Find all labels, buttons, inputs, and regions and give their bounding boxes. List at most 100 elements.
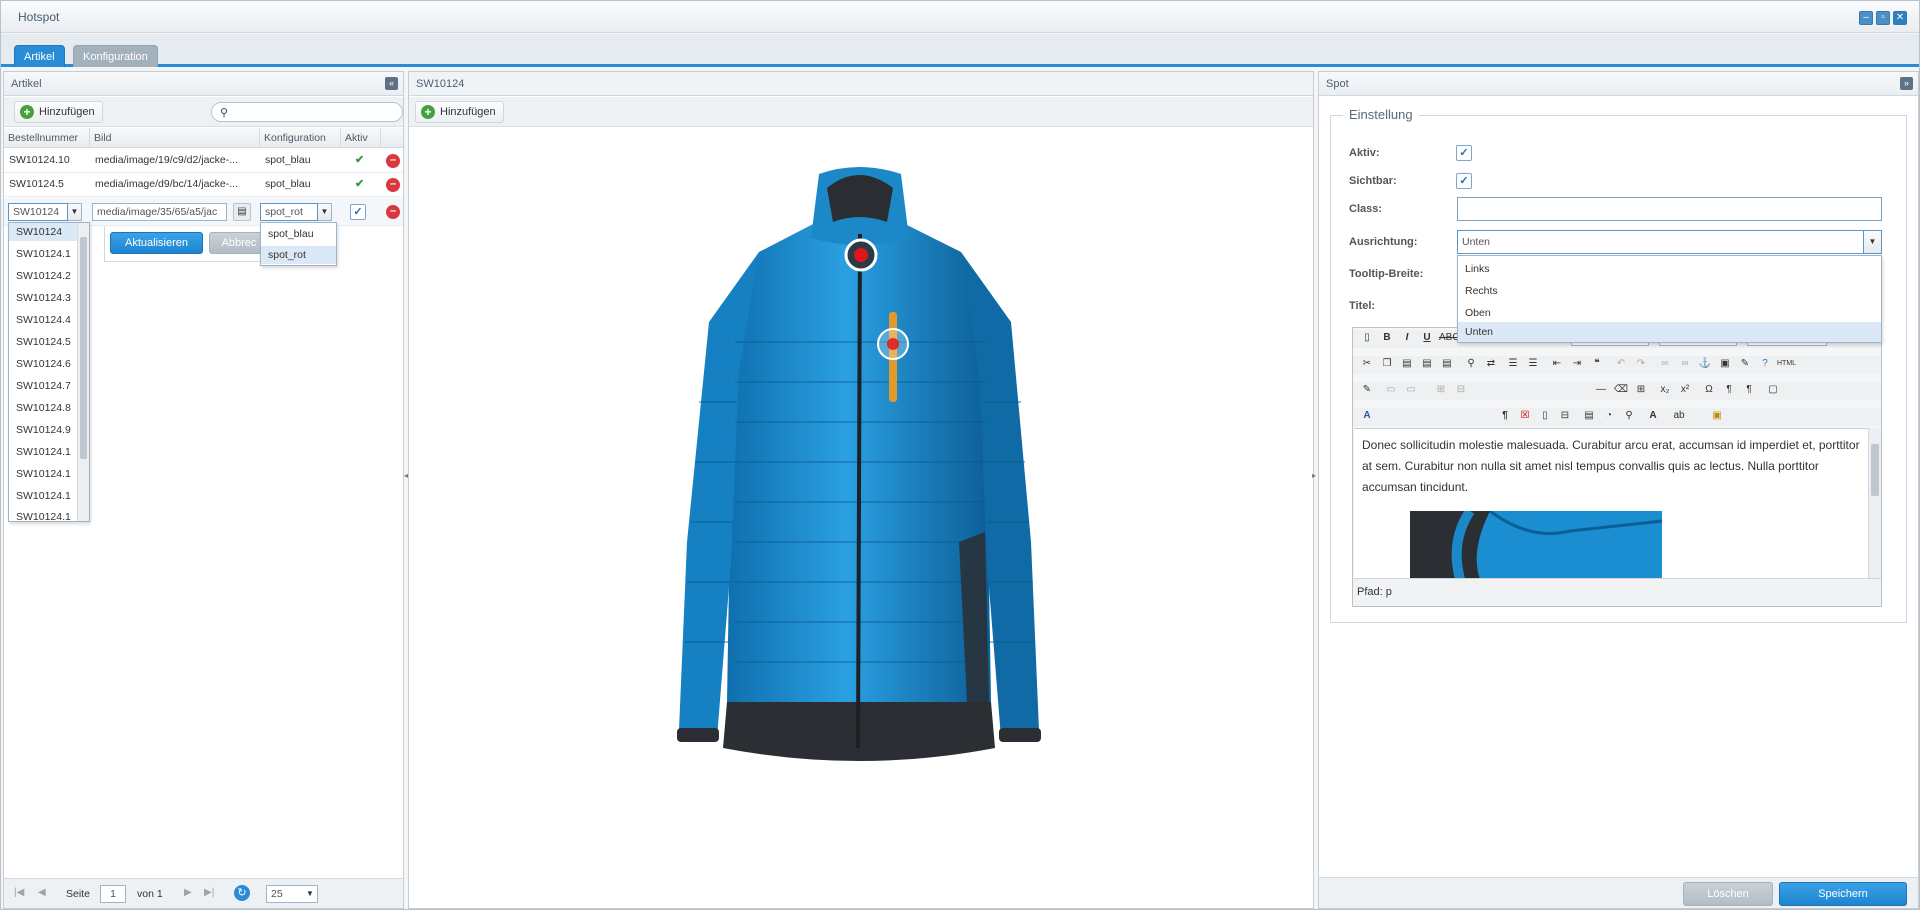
add-spot-button[interactable]: + Hinzufügen <box>415 101 504 123</box>
cut-icon[interactable]: ✂ <box>1359 356 1375 372</box>
horizontal-rule-icon[interactable]: — <box>1593 382 1609 398</box>
chevron-down-icon[interactable]: ▼ <box>68 203 82 221</box>
delete-button[interactable]: Löschen <box>1683 882 1773 906</box>
cleanup-icon[interactable]: ✎ <box>1737 356 1753 372</box>
col-bild[interactable]: Bild <box>90 128 260 148</box>
delete-row-icon[interactable]: – <box>386 205 400 219</box>
konf-option[interactable]: spot_rot <box>261 246 336 264</box>
col-konfiguration[interactable]: Konfiguration <box>260 128 341 148</box>
chevron-down-icon[interactable]: ▼ <box>318 203 332 221</box>
styles-icon[interactable]: A <box>1359 408 1375 424</box>
fullscreen-icon[interactable]: ▢ <box>1765 382 1781 398</box>
text-color-icon[interactable]: A <box>1645 408 1661 424</box>
link-icon[interactable]: ∞ <box>1657 356 1673 372</box>
paragraph-icon[interactable]: ¶ <box>1497 408 1513 424</box>
paste-word-icon[interactable]: ▤ <box>1439 356 1455 372</box>
underline-icon[interactable]: U <box>1419 330 1435 346</box>
next-page-icon[interactable]: ▶ <box>184 887 192 898</box>
bullet-list-icon[interactable]: ☰ <box>1505 356 1521 372</box>
table-row[interactable]: SW10124.10 media/image/19/c9/d2/jacke-..… <box>4 149 403 173</box>
editor-nr-input[interactable]: SW10124 <box>8 203 68 221</box>
datetime-icon[interactable]: ◔ <box>1601 408 1617 424</box>
table-insert-icon[interactable]: ⊞ <box>1433 382 1449 398</box>
superscript-icon[interactable]: x² <box>1677 382 1693 398</box>
media-icon[interactable]: ▣ <box>1709 408 1725 424</box>
highlight-icon[interactable]: ab <box>1671 408 1687 424</box>
bold-icon[interactable]: B <box>1379 330 1395 346</box>
col-aktiv[interactable]: Aktiv <box>341 128 381 148</box>
sichtbar-checkbox[interactable]: ✓ <box>1456 173 1472 189</box>
new-document-icon[interactable]: ▯ <box>1359 330 1375 346</box>
undo-icon[interactable]: ↶ <box>1613 356 1629 372</box>
aktiv-checkbox[interactable]: ✓ <box>1456 145 1472 161</box>
insert-layer-icon[interactable]: ▯ <box>1537 408 1553 424</box>
page-input[interactable]: 1 <box>100 885 126 903</box>
first-page-icon[interactable]: |◀ <box>14 887 24 898</box>
tab-artikel[interactable]: Artikel <box>14 45 65 67</box>
table-cell-icon[interactable]: ▭ <box>1403 382 1419 398</box>
ausrichtung-option[interactable]: Rechts <box>1458 280 1881 302</box>
ltr-icon[interactable]: ¶ <box>1721 382 1737 398</box>
page-break-icon[interactable]: ⊟ <box>1557 408 1573 424</box>
save-button[interactable]: Speichern <box>1779 882 1907 906</box>
italic-icon[interactable]: I <box>1399 330 1415 346</box>
template-icon[interactable]: ▤ <box>1581 408 1597 424</box>
outdent-icon[interactable]: ⇤ <box>1549 356 1565 372</box>
rte-scrollbar[interactable] <box>1868 428 1881 578</box>
hotspot-marker-2[interactable] <box>877 328 909 360</box>
copy-icon[interactable]: ❐ <box>1379 356 1395 372</box>
table-row-icon[interactable]: ▭ <box>1383 382 1399 398</box>
indent-icon[interactable]: ⇥ <box>1569 356 1585 372</box>
add-artikel-button[interactable]: + Hinzufügen <box>14 101 103 123</box>
image-icon[interactable]: ▣ <box>1717 356 1733 372</box>
prev-page-icon[interactable]: ◀ <box>38 887 46 898</box>
help-icon[interactable]: ? <box>1757 356 1773 372</box>
anchor-icon[interactable]: ⚓ <box>1697 356 1713 372</box>
paste-icon[interactable]: ▤ <box>1399 356 1415 372</box>
paste-text-icon[interactable]: ▤ <box>1419 356 1435 372</box>
maximize-icon[interactable]: ▫ <box>1876 11 1890 25</box>
blockquote-icon[interactable]: ❝ <box>1589 356 1605 372</box>
close-icon[interactable]: ✕ <box>1893 11 1907 25</box>
tab-konfiguration[interactable]: Konfiguration <box>73 45 158 67</box>
subscript-icon[interactable]: x₂ <box>1657 382 1673 398</box>
scroll-thumb[interactable] <box>80 237 87 459</box>
replace-icon[interactable]: ⇄ <box>1483 356 1499 372</box>
table-icon[interactable]: ⊞ <box>1633 382 1649 398</box>
chevron-down-icon[interactable]: ▼ <box>1864 230 1882 254</box>
unlink-icon[interactable]: ∞ <box>1677 356 1693 372</box>
last-page-icon[interactable]: ▶| <box>204 887 214 898</box>
scroll-thumb[interactable] <box>1871 444 1879 496</box>
ausrichtung-option[interactable]: Unten <box>1458 322 1881 342</box>
refresh-icon[interactable]: ↻ <box>234 885 250 901</box>
delete-row-icon[interactable]: – <box>386 178 400 192</box>
special-char-icon[interactable]: Ω <box>1701 382 1717 398</box>
collapse-right-icon[interactable]: » <box>1900 77 1913 90</box>
class-input[interactable] <box>1457 197 1882 221</box>
edit-icon[interactable]: ✎ <box>1359 382 1375 398</box>
html-source-icon[interactable]: HTML <box>1777 356 1796 372</box>
redo-icon[interactable]: ↷ <box>1633 356 1649 372</box>
numbered-list-icon[interactable]: ☰ <box>1525 356 1541 372</box>
editor-konf-input[interactable]: spot_rot <box>260 203 318 221</box>
table-row[interactable]: SW10124.5 media/image/d9/bc/14/jacke-...… <box>4 173 403 197</box>
preview-icon[interactable]: ⚲ <box>1621 408 1637 424</box>
ausrichtung-select[interactable]: Unten <box>1457 230 1864 254</box>
table-delete-icon[interactable]: ⊟ <box>1453 382 1469 398</box>
collapse-left-icon[interactable]: « <box>385 77 398 90</box>
delete-format-icon[interactable]: ☒ <box>1517 408 1533 424</box>
media-picker-icon[interactable]: ▤ <box>233 203 251 221</box>
konf-option[interactable]: spot_blau <box>261 225 336 243</box>
editor-aktiv-checkbox[interactable]: ✓ <box>350 204 366 220</box>
dropdown-scrollbar[interactable] <box>77 223 89 521</box>
strikethrough-icon[interactable]: ABC <box>1439 330 1460 346</box>
splitter-right[interactable]: ▸ <box>1312 471 1317 501</box>
col-bestellnummer[interactable]: Bestellnummer <box>4 128 90 148</box>
search-input[interactable]: ⚲ <box>211 102 403 122</box>
ausrichtung-option[interactable]: Oben <box>1458 302 1881 324</box>
minimize-icon[interactable]: – <box>1859 11 1873 25</box>
update-button[interactable]: Aktualisieren <box>110 232 203 254</box>
rtl-icon[interactable]: ¶ <box>1741 382 1757 398</box>
rte-content[interactable]: Donec sollicitudin molestie malesuada. C… <box>1354 428 1868 579</box>
hotspot-marker-1[interactable] <box>1039 254 1071 286</box>
